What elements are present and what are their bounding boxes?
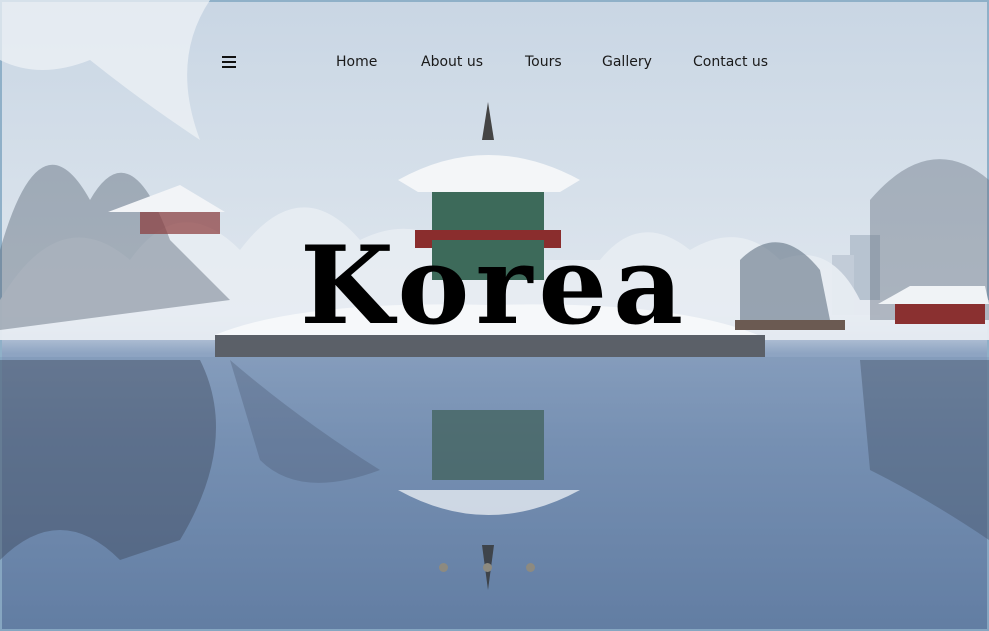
nav-home-link[interactable]: Home — [336, 54, 377, 70]
nav-gallery-link[interactable]: Gallery — [602, 54, 652, 70]
pavilion-spire — [482, 102, 494, 140]
slider-dot-3[interactable] — [526, 563, 535, 572]
hero-section: Home About us Tours Gallery Contact us K… — [0, 0, 989, 631]
nav-about-link[interactable]: About us — [421, 54, 483, 70]
slider-dots — [439, 563, 539, 573]
nav-contact-link[interactable]: Contact us — [693, 54, 768, 70]
pavilion-reflection — [432, 410, 544, 480]
main-nav: Home About us Tours Gallery Contact us — [0, 52, 989, 74]
hamburger-menu-icon[interactable] — [222, 56, 236, 68]
water-reflection — [0, 360, 216, 560]
hero-title: Korea — [299, 223, 690, 349]
pavilion-roof — [398, 155, 580, 192]
left-temple — [140, 212, 220, 234]
slider-dot-2[interactable] — [483, 563, 492, 572]
slider-dot-1[interactable] — [439, 563, 448, 572]
nav-tours-link[interactable]: Tours — [525, 54, 562, 70]
